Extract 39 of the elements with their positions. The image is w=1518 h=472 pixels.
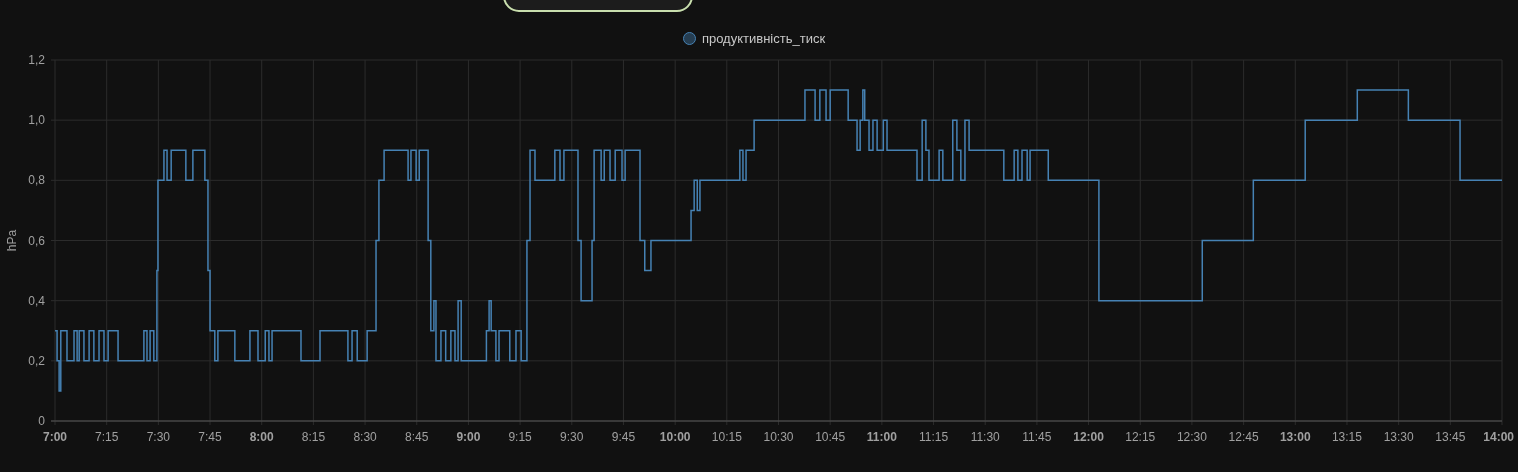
x-axis-label: 10:15 (711, 430, 742, 444)
x-axis-label: 7:00 (43, 430, 67, 444)
x-axis-label: 13:45 (1435, 430, 1466, 444)
x-axis-label: 9:30 (560, 430, 584, 444)
y-axis-label: 0,2 (28, 353, 45, 368)
y-axis-label: 1,2 (28, 53, 45, 67)
legend-label[interactable]: продуктивність_тиск (701, 30, 826, 46)
x-axis-label: 10:45 (815, 430, 846, 444)
x-axis-label: 11:00 (866, 430, 897, 444)
x-axis-label: 11:45 (1022, 430, 1052, 444)
x-axis-label: 8:00 (249, 430, 274, 444)
x-axis-label: 12:45 (1228, 430, 1259, 444)
x-axis-label: 9:45 (611, 430, 636, 444)
x-axis-label: 13:15 (1331, 430, 1362, 444)
x-axis-label: 11:30 (970, 430, 1000, 444)
x-axis-label: 14:00 (1483, 430, 1514, 444)
x-axis-label: 10:00 (659, 430, 691, 444)
x-axis-label: 13:00 (1279, 430, 1311, 444)
x-axis-label: 7:45 (198, 430, 222, 444)
x-axis-label: 12:15 (1125, 430, 1156, 444)
y-axis-label: 0,4 (28, 293, 45, 308)
y-axis-title: hPa (5, 229, 19, 252)
x-axis-label: 8:15 (301, 430, 326, 444)
x-axis-label: 7:15 (95, 430, 119, 444)
legend-dot (682, 31, 696, 45)
y-axis-label: 0,6 (28, 233, 45, 248)
x-axis-label: 7:30 (146, 430, 171, 444)
x-axis-label: 12:30 (1176, 430, 1207, 444)
x-axis-label: 13:30 (1383, 430, 1414, 444)
y-axis-label: 1,0 (28, 113, 45, 128)
y-axis-label: 0 (38, 414, 45, 428)
x-axis-label: 8:30 (353, 430, 377, 444)
x-axis-label: 11:15 (918, 430, 949, 444)
x-axis-label: 9:15 (508, 430, 532, 444)
x-axis-label: 9:00 (456, 430, 481, 444)
x-axis-label: 8:45 (405, 430, 429, 444)
x-axis-label: 12:00 (1073, 430, 1104, 444)
y-axis-label: 0,8 (28, 173, 45, 188)
x-axis-label: 10:30 (763, 430, 794, 444)
